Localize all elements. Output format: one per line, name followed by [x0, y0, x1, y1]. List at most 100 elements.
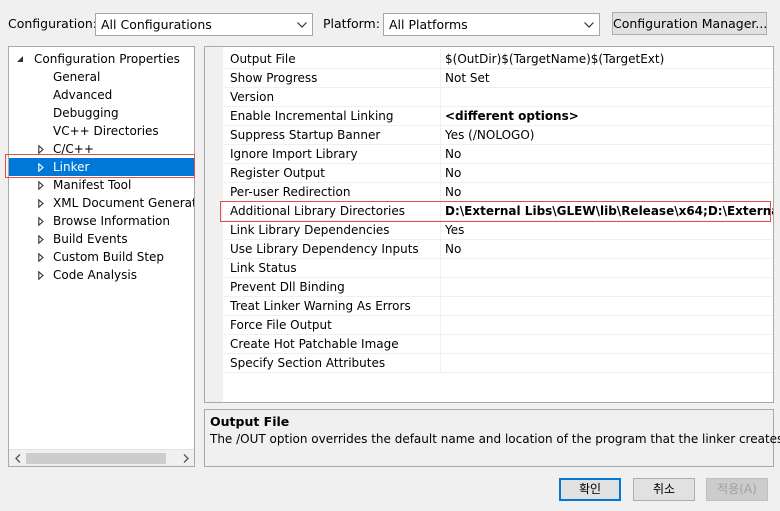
property-row[interactable]: Enable Incremental Linking <different opt…: [223, 107, 773, 126]
tree-horizontal-scrollbar[interactable]: [9, 449, 194, 466]
column-divider: [440, 221, 441, 240]
tree-item-label: Debugging: [53, 106, 119, 120]
column-divider: [440, 335, 441, 354]
property-name: Ignore Import Library: [230, 147, 358, 161]
scrollbar-thumb[interactable]: [26, 453, 166, 464]
tree-item-label: XML Document Generator: [53, 196, 195, 210]
property-row[interactable]: Per-user Redirection No: [223, 183, 773, 202]
chevron-down-icon: [583, 14, 595, 35]
tree-item[interactable]: Debugging: [9, 104, 194, 122]
property-name: Version: [230, 90, 275, 104]
property-value[interactable]: Not Set: [445, 69, 490, 88]
tree-item[interactable]: Custom Build Step: [9, 248, 194, 266]
property-row[interactable]: Treat Linker Warning As Errors: [223, 297, 773, 316]
tree-item-label: Advanced: [53, 88, 113, 102]
property-value[interactable]: No: [445, 164, 461, 183]
property-row[interactable]: Link Library Dependencies Yes: [223, 221, 773, 240]
property-row[interactable]: Force File Output: [223, 316, 773, 335]
property-grid[interactable]: Output File $(OutDir)$(TargetName)$(Targe…: [204, 46, 774, 403]
property-row[interactable]: Create Hot Patchable Image: [223, 335, 773, 354]
column-divider: [440, 202, 441, 221]
property-value[interactable]: No: [445, 145, 461, 164]
tree-item-label: VC++ Directories: [53, 124, 159, 138]
platform-dropdown[interactable]: All Platforms: [383, 13, 600, 36]
property-name: Enable Incremental Linking: [230, 109, 394, 123]
cancel-button[interactable]: 취소: [633, 478, 695, 501]
property-row[interactable]: Specify Section Attributes: [223, 354, 773, 373]
column-divider: [440, 240, 441, 259]
tree-item[interactable]: C/C++: [9, 140, 194, 158]
tree-item[interactable]: Browse Information: [9, 212, 194, 230]
property-value[interactable]: <different options>: [445, 107, 579, 126]
property-row[interactable]: Prevent Dll Binding: [223, 278, 773, 297]
apply-button[interactable]: 적용(A): [706, 478, 768, 501]
property-value[interactable]: No: [445, 240, 461, 259]
configuration-value: All Configurations: [101, 17, 212, 32]
tree-item-label: Linker: [53, 160, 90, 174]
column-divider: [440, 354, 441, 373]
tree-item[interactable]: Manifest Tool: [9, 176, 194, 194]
scroll-right-icon[interactable]: [177, 450, 194, 466]
tree-item-label: Custom Build Step: [53, 250, 165, 264]
column-divider: [440, 259, 441, 278]
property-row[interactable]: Register Output No: [223, 164, 773, 183]
property-name: Force File Output: [230, 318, 332, 332]
column-divider: [440, 69, 441, 88]
triangle-right-icon[interactable]: [36, 194, 46, 212]
column-divider: [440, 50, 441, 69]
property-name: Prevent Dll Binding: [230, 280, 345, 294]
ok-button[interactable]: 확인: [559, 478, 621, 501]
property-name: Suppress Startup Banner: [230, 128, 381, 142]
description-title: Output File: [210, 414, 290, 429]
property-row[interactable]: Show Progress Not Set: [223, 69, 773, 88]
property-row[interactable]: Output File $(OutDir)$(TargetName)$(Targe…: [223, 50, 773, 69]
tree-item[interactable]: VC++ Directories: [9, 122, 194, 140]
triangle-right-icon[interactable]: [36, 230, 46, 248]
tree-item-label: Manifest Tool: [53, 178, 132, 192]
configuration-manager-button[interactable]: Configuration Manager...: [612, 12, 767, 35]
property-row[interactable]: Use Library Dependency Inputs No: [223, 240, 773, 259]
property-value[interactable]: No: [445, 183, 461, 202]
triangle-right-icon[interactable]: [36, 212, 46, 230]
tree-item-label: General: [53, 70, 101, 84]
column-divider: [440, 183, 441, 202]
property-name: Specify Section Attributes: [230, 356, 386, 370]
property-row[interactable]: Version: [223, 88, 773, 107]
tree-item[interactable]: Linker: [9, 158, 194, 176]
property-value[interactable]: $(OutDir)$(TargetName)$(TargetExt): [445, 50, 664, 69]
property-row[interactable]: Additional Library Directories D:\Externa…: [223, 202, 773, 221]
tree-item-label: Build Events: [53, 232, 128, 246]
tree-item[interactable]: Code Analysis: [9, 266, 194, 284]
scroll-left-icon[interactable]: [9, 450, 26, 466]
tree-root-configuration-properties[interactable]: Configuration Properties: [9, 50, 194, 68]
column-divider: [440, 316, 441, 335]
tree-item[interactable]: XML Document Generator: [9, 194, 194, 212]
property-row[interactable]: Ignore Import Library No: [223, 145, 773, 164]
tree-item-label: Code Analysis: [53, 268, 137, 282]
property-value[interactable]: D:\External Libs\GLEW\lib\Release\x64;D:…: [445, 202, 773, 221]
triangle-right-icon[interactable]: [36, 176, 46, 194]
property-row[interactable]: Suppress Startup Banner Yes (/NOLOGO): [223, 126, 773, 145]
triangle-right-icon[interactable]: [36, 140, 46, 158]
configuration-label: Configuration:: [8, 16, 97, 31]
tree-item[interactable]: Build Events: [9, 230, 194, 248]
column-divider: [440, 126, 441, 145]
triangle-right-icon[interactable]: [36, 266, 46, 284]
property-name: Additional Library Directories: [230, 204, 406, 218]
property-value[interactable]: Yes: [445, 221, 464, 240]
tree-item[interactable]: Advanced: [9, 86, 194, 104]
description-text: The /OUT option overrides the default na…: [210, 432, 780, 446]
tree-item[interactable]: General: [9, 68, 194, 86]
tree-item-label: Browse Information: [53, 214, 170, 228]
property-tree[interactable]: Configuration Properties General Advanced…: [8, 46, 195, 467]
triangle-right-icon[interactable]: [36, 158, 46, 176]
description-panel: Output File The /OUT option overrides th…: [204, 409, 780, 467]
platform-label: Platform:: [323, 16, 380, 31]
tree-item-label: C/C++: [53, 142, 94, 156]
configuration-dropdown[interactable]: All Configurations: [95, 13, 313, 36]
property-value[interactable]: Yes (/NOLOGO): [445, 126, 534, 145]
property-name: Register Output: [230, 166, 325, 180]
triangle-down-icon[interactable]: [15, 50, 25, 68]
property-row[interactable]: Link Status: [223, 259, 773, 278]
triangle-right-icon[interactable]: [36, 248, 46, 266]
